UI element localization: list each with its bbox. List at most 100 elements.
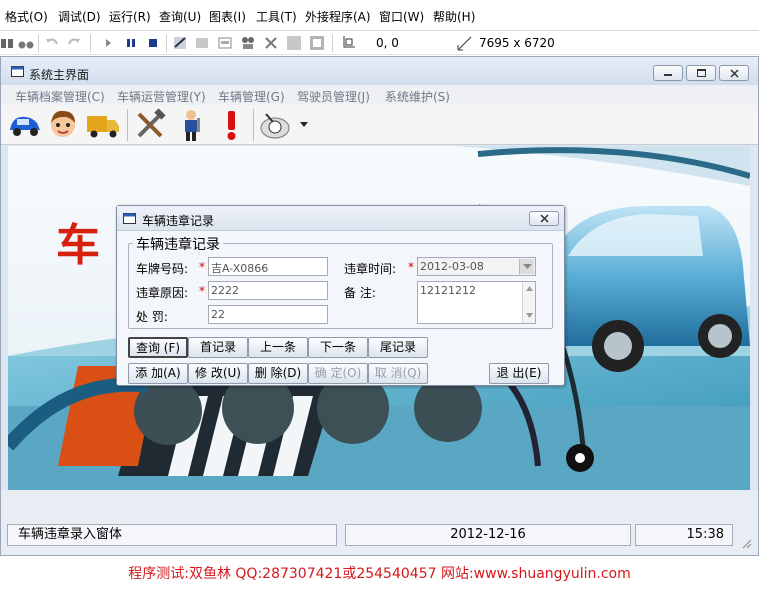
maximize-button[interactable] <box>686 65 716 81</box>
service-person-icon[interactable] <box>173 108 209 142</box>
footer-credit: 程序测试:双鱼林 QQ:287307421或254540457 网站:www.s… <box>128 566 631 582</box>
main-window-toolbar <box>1 105 758 145</box>
confirm-button[interactable]: 确 定(O) <box>308 363 368 384</box>
penalty-label: 处 罚: <box>136 310 168 324</box>
remark-scrollbar[interactable] <box>522 282 535 323</box>
project-explorer-icon[interactable] <box>172 35 188 51</box>
driver-avatar-icon[interactable] <box>45 108 81 142</box>
find-icon[interactable] <box>0 35 16 51</box>
violation-time-value: 2012-03-08 <box>420 260 484 273</box>
ide-menu-tools[interactable]: 工具(T) <box>256 8 297 25</box>
ide-menu-query[interactable]: 查询(U) <box>159 8 201 25</box>
scroll-up-icon[interactable] <box>526 286 533 291</box>
close-icon <box>730 69 739 78</box>
position-readout: 0, 0 <box>376 36 399 50</box>
next-record-button[interactable]: 下一条 <box>308 337 368 358</box>
toolbar-separator <box>90 34 91 52</box>
main-window-titlebar[interactable]: 系统主界面 <box>1 57 758 85</box>
toolbar-separator <box>253 109 254 141</box>
toolbar-separator <box>166 34 167 52</box>
toolbar-separator <box>38 34 39 52</box>
ide-menu-help[interactable]: 帮助(H) <box>433 8 475 25</box>
cancel-button[interactable]: 取 消(Q) <box>368 363 428 384</box>
plate-required-mark: * <box>199 260 205 274</box>
plate-field[interactable]: 吉A-X0866 <box>208 257 328 276</box>
ide-menu-format[interactable]: 格式(O) <box>5 8 48 25</box>
tools-icon[interactable] <box>133 108 169 142</box>
data-view-icon[interactable] <box>286 35 302 51</box>
dialog-close-button[interactable] <box>529 211 559 226</box>
background-big-character: 车 <box>56 220 100 271</box>
close-icon <box>540 214 549 223</box>
dialog-title: 车辆违章记录 <box>142 214 215 228</box>
ide-menu-window[interactable]: 窗口(W) <box>379 8 424 25</box>
ide-menu-bar: 格式(O) 调试(D) 运行(R) 查询(U) 图表(I) 工具(T) 外接程序… <box>0 0 759 31</box>
search-magnifier-icon[interactable] <box>259 108 299 142</box>
close-button[interactable] <box>719 65 749 81</box>
remark-textarea[interactable]: 12121212 <box>417 281 536 324</box>
status-message: 车辆违章录入窗体 <box>7 524 337 546</box>
menu-vehicle-archive[interactable]: 车辆档案管理(C) <box>15 88 105 105</box>
run-icon[interactable] <box>100 35 116 51</box>
status-time: 15:38 <box>635 524 733 546</box>
ide-menu-chart[interactable]: 图表(I) <box>209 8 246 25</box>
main-window-menu-bar: 车辆档案管理(C) 车辆运营管理(Y) 车辆管理(G) 驾驶员管理(J) 系统维… <box>1 85 758 105</box>
position-icon <box>343 36 355 48</box>
plate-label: 车牌号码: <box>136 262 189 276</box>
main-window-title: 系统主界面 <box>29 68 90 82</box>
component-manager-icon[interactable] <box>309 35 325 51</box>
ide-toolbar: 0, 0 7695 x 6720 <box>0 31 759 55</box>
violation-record-dialog: 车辆违章记录 车辆违章记录 车牌号码: * 吉A-X0866 违章时间: * 2… <box>116 205 565 386</box>
add-button[interactable]: 添 加(A) <box>128 363 188 384</box>
first-record-button[interactable]: 首记录 <box>188 337 248 358</box>
edit-button[interactable]: 修 改(U) <box>188 363 248 384</box>
binoculars-icon[interactable] <box>18 35 34 51</box>
exit-button[interactable]: 退 出(E) <box>489 363 549 384</box>
dialog-titlebar[interactable]: 车辆违章记录 <box>117 206 564 231</box>
ide-menu-addins[interactable]: 外接程序(A) <box>305 8 371 25</box>
scroll-down-icon[interactable] <box>526 313 533 318</box>
menu-driver-management[interactable]: 驾驶员管理(J) <box>297 88 370 105</box>
group-caption: 车辆违章记录 <box>133 234 223 254</box>
violation-time-picker[interactable]: 2012-03-08 <box>417 257 536 276</box>
toolbar-separator <box>332 34 333 52</box>
menu-vehicle-management[interactable]: 车辆管理(G) <box>218 88 285 105</box>
status-bar: 车辆违章录入窗体 2012-12-16 15:38 <box>1 490 758 555</box>
toolbox-icon[interactable] <box>263 35 279 51</box>
resize-grip-icon[interactable] <box>740 537 752 549</box>
minimize-icon <box>664 74 672 76</box>
alert-icon[interactable] <box>213 108 249 142</box>
properties-icon[interactable] <box>194 35 210 51</box>
pause-icon[interactable] <box>123 35 139 51</box>
object-browser-icon[interactable] <box>240 35 256 51</box>
violation-time-label: 违章时间: <box>344 262 397 276</box>
maximize-icon <box>697 69 706 77</box>
penalty-field[interactable]: 22 <box>208 305 328 324</box>
menu-system-maintenance[interactable]: 系统维护(S) <box>385 88 450 105</box>
car-icon[interactable] <box>7 108 43 142</box>
remark-value: 12121212 <box>420 284 476 297</box>
redo-icon[interactable] <box>66 35 82 51</box>
query-button[interactable]: 查询 (F) <box>128 337 188 358</box>
stop-icon[interactable] <box>145 35 161 51</box>
reason-required-mark: * <box>199 284 205 298</box>
ide-menu-run[interactable]: 运行(R) <box>109 8 151 25</box>
truck-icon[interactable] <box>85 108 121 142</box>
time-required-mark: * <box>408 260 414 274</box>
dialog-window-icon <box>123 213 136 224</box>
menu-vehicle-operation[interactable]: 车辆运营管理(Y) <box>117 88 206 105</box>
undo-icon[interactable] <box>44 35 60 51</box>
delete-button[interactable]: 删 除(D) <box>248 363 308 384</box>
ide-menu-debug[interactable]: 调试(D) <box>58 8 101 25</box>
prev-record-button[interactable]: 上一条 <box>248 337 308 358</box>
status-date: 2012-12-16 <box>345 524 631 546</box>
last-record-button[interactable]: 尾记录 <box>368 337 428 358</box>
reason-label: 违章原因: <box>136 286 189 300</box>
date-dropdown-button[interactable] <box>519 259 534 274</box>
chevron-down-icon[interactable] <box>299 121 309 129</box>
size-icon <box>457 36 472 51</box>
remark-label: 备 注: <box>344 286 376 300</box>
minimize-button[interactable] <box>653 65 683 81</box>
reason-field[interactable]: 2222 <box>208 281 328 300</box>
form-layout-icon[interactable] <box>217 35 233 51</box>
